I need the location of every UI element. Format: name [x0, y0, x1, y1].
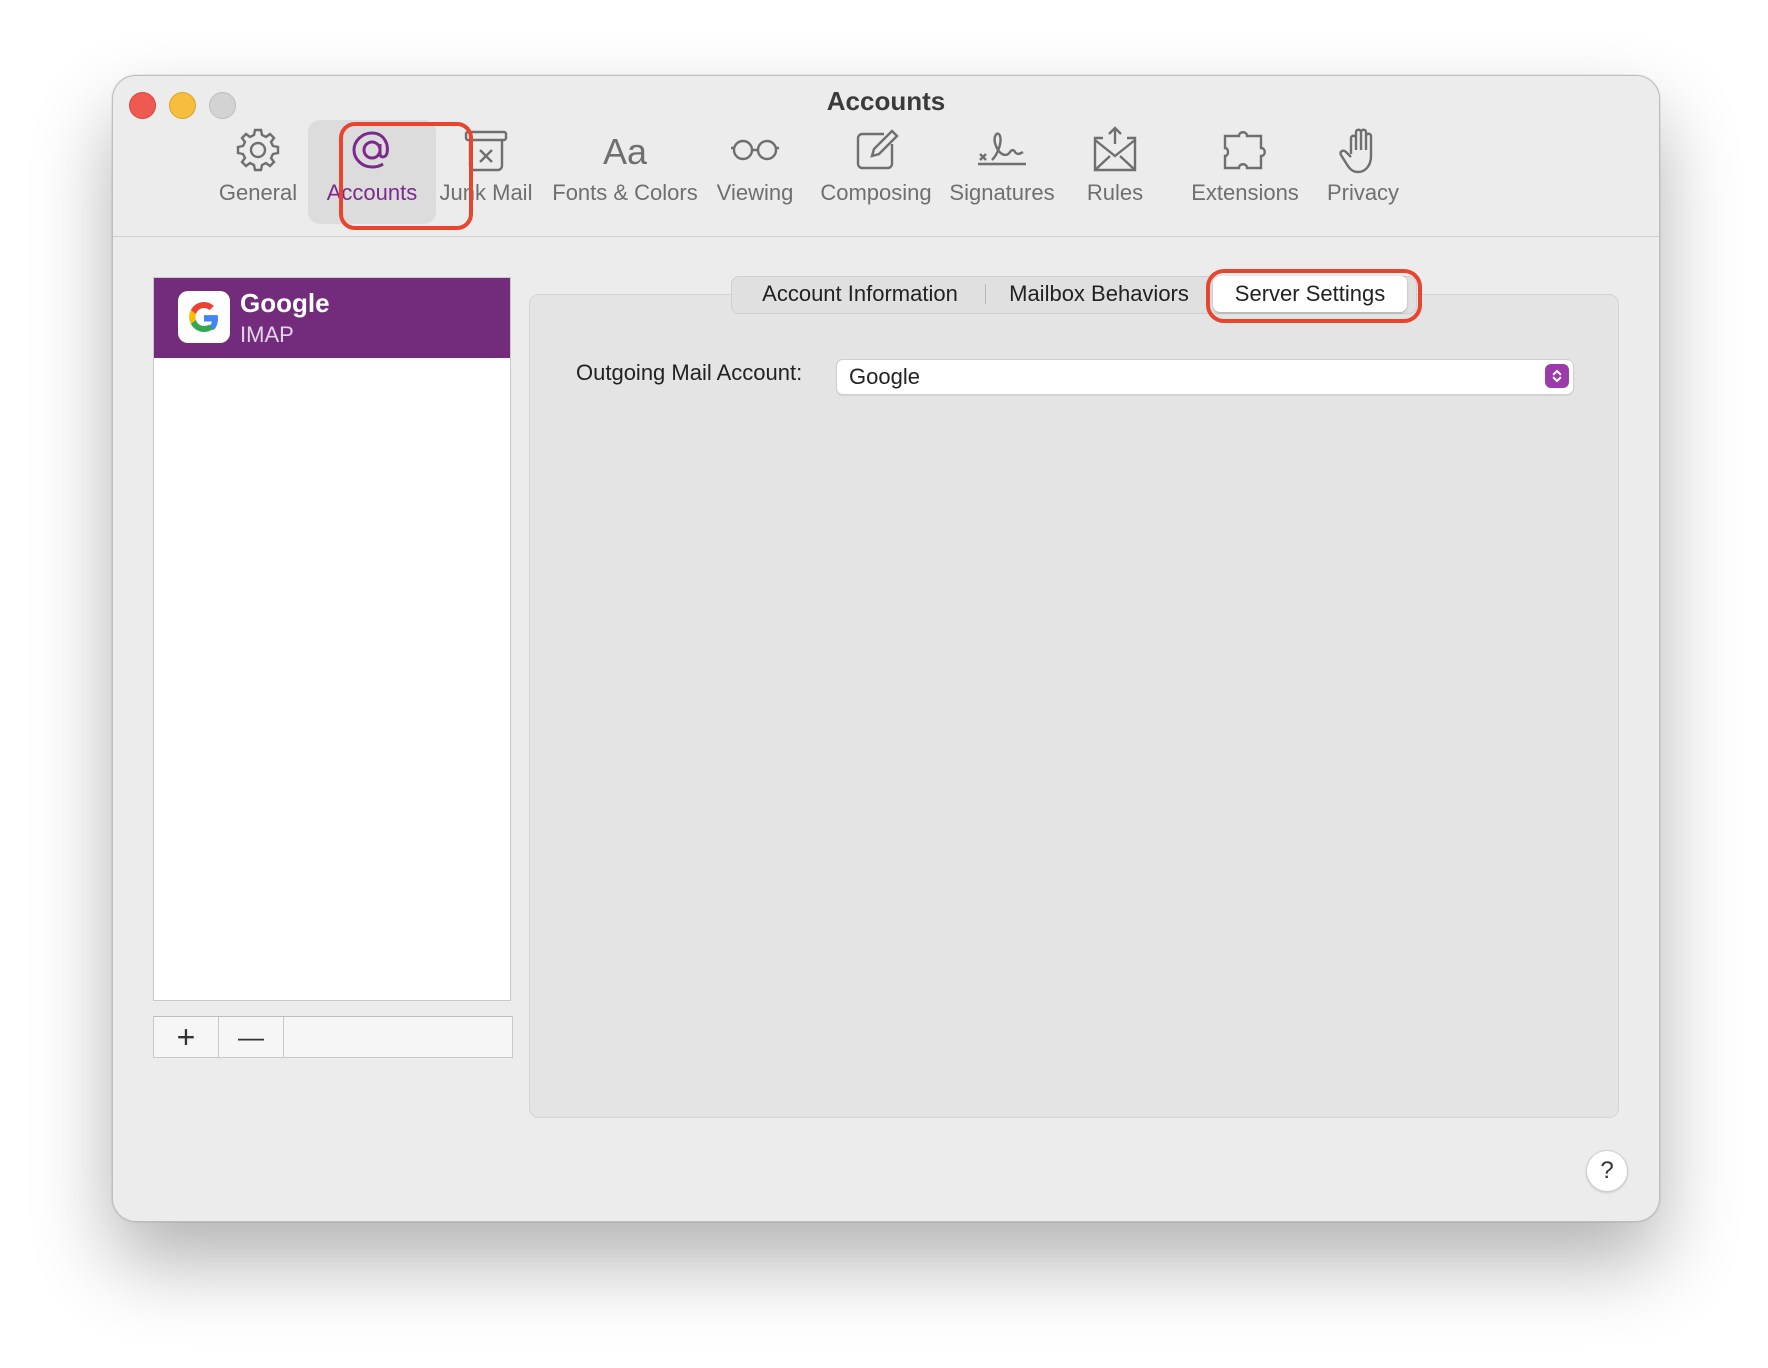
font-aa-icon: Aa — [603, 131, 648, 172]
at-sign-icon — [352, 131, 389, 169]
toolbar-junk-mail-label: Junk Mail — [439, 180, 533, 205]
window-title: Accounts — [826, 86, 946, 116]
toolbar-signatures-label: Signatures — [949, 180, 1055, 205]
remove-account-button[interactable]: — — [219, 1017, 284, 1057]
toolbar-accounts-label: Accounts — [326, 180, 418, 205]
toolbar-composing-label: Composing — [820, 180, 932, 205]
add-account-button[interactable]: + — [154, 1017, 219, 1057]
toolbar-viewing-label: Viewing — [716, 180, 794, 205]
envelope-arrows-icon — [1093, 126, 1137, 172]
toolbar-viewing[interactable]: Viewing — [705, 124, 805, 224]
toolbar-junk-mail[interactable]: Junk Mail — [433, 124, 539, 224]
toolbar-composing[interactable]: Composing — [813, 124, 939, 224]
toolbar-privacy-label: Privacy — [1326, 180, 1400, 205]
glasses-icon — [731, 139, 779, 161]
svg-text:Aa: Aa — [603, 131, 648, 172]
title-bar: Accounts General Accounts Junk Mail Aa F… — [113, 76, 1659, 237]
tab-divider — [985, 284, 986, 304]
toolbar-fonts-colors-label: Fonts & Colors — [552, 180, 698, 205]
signature-icon — [978, 132, 1026, 166]
toolbar-extensions-label: Extensions — [1191, 180, 1299, 205]
compose-icon — [856, 129, 899, 170]
toolbar-general-label: General — [218, 180, 298, 205]
toolbar-rules[interactable]: Rules — [1065, 124, 1165, 224]
outgoing-mail-account-label: Outgoing Mail Account: — [576, 360, 803, 385]
tab-server-settings[interactable]: Server Settings — [1213, 276, 1407, 312]
account-list-controls: + — — [153, 1016, 513, 1058]
account-list: Google IMAP — [153, 277, 511, 1001]
toolbar-privacy[interactable]: Privacy — [1313, 124, 1413, 224]
puzzle-icon — [1223, 131, 1266, 170]
toolbar-fonts-colors[interactable]: Aa Fonts & Colors — [545, 124, 705, 224]
trash-x-icon — [464, 130, 508, 172]
toolbar-general[interactable]: General — [218, 124, 298, 224]
tab-mailbox-behaviors[interactable]: Mailbox Behaviors — [999, 276, 1199, 312]
account-name: Google — [240, 288, 330, 318]
help-button[interactable]: ? — [1586, 1150, 1628, 1192]
outgoing-mail-account-select[interactable]: Google — [836, 359, 1574, 395]
account-type: IMAP — [240, 322, 294, 347]
outgoing-mail-account-value: Google — [849, 364, 920, 389]
toolbar-rules-label: Rules — [1086, 180, 1144, 205]
google-logo-icon — [178, 291, 230, 343]
account-row-google[interactable]: Google IMAP — [154, 278, 510, 358]
account-settings-panel — [529, 294, 1619, 1118]
toolbar-accounts[interactable]: Accounts — [308, 120, 436, 224]
hand-icon — [1339, 128, 1373, 174]
gear-icon — [236, 128, 280, 172]
toolbar-extensions[interactable]: Extensions — [1175, 124, 1315, 224]
toolbar-signatures[interactable]: Signatures — [939, 124, 1065, 224]
preferences-window: Accounts General Accounts Junk Mail Aa F… — [112, 75, 1660, 1222]
tab-account-information[interactable]: Account Information — [749, 276, 971, 312]
chevron-up-down-icon — [1545, 364, 1569, 388]
